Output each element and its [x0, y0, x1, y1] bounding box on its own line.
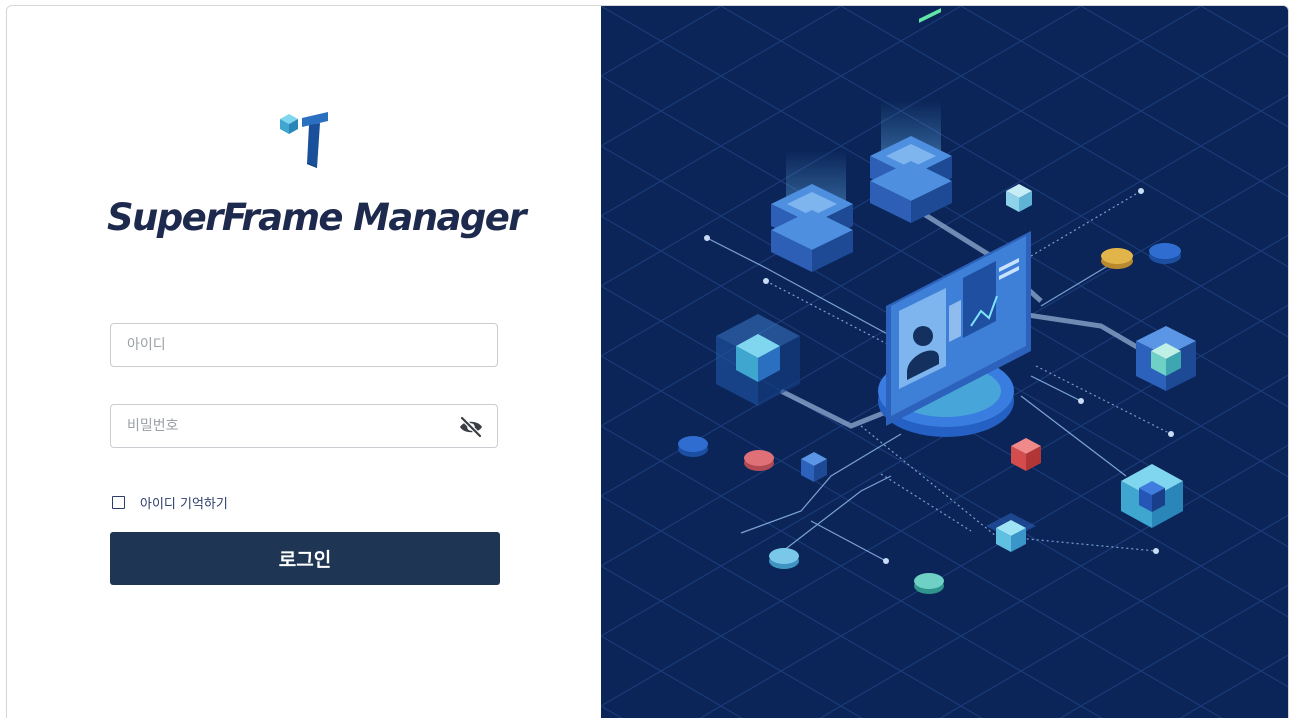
remember-id-checkbox[interactable] [112, 495, 125, 509]
eye-slash-icon[interactable] [458, 416, 484, 438]
login-panel: SuperFrame Manager 아이디 기억하기 로그인 [7, 6, 601, 718]
remember-id-label[interactable]: 아이디 기억하기 [140, 493, 228, 512]
id-field [110, 323, 498, 367]
password-input[interactable] [111, 405, 427, 447]
network-illustration [601, 6, 1288, 718]
remember-id-option: 아이디 기억하기 [110, 492, 228, 512]
login-button[interactable]: 로그인 [110, 532, 500, 585]
brand-wordmark: SuperFrame Manager [107, 196, 527, 239]
id-input[interactable] [111, 324, 427, 366]
brand-logo-icon [280, 112, 328, 168]
password-field [110, 404, 498, 448]
login-window: SuperFrame Manager 아이디 기억하기 로그인 [6, 5, 1289, 718]
